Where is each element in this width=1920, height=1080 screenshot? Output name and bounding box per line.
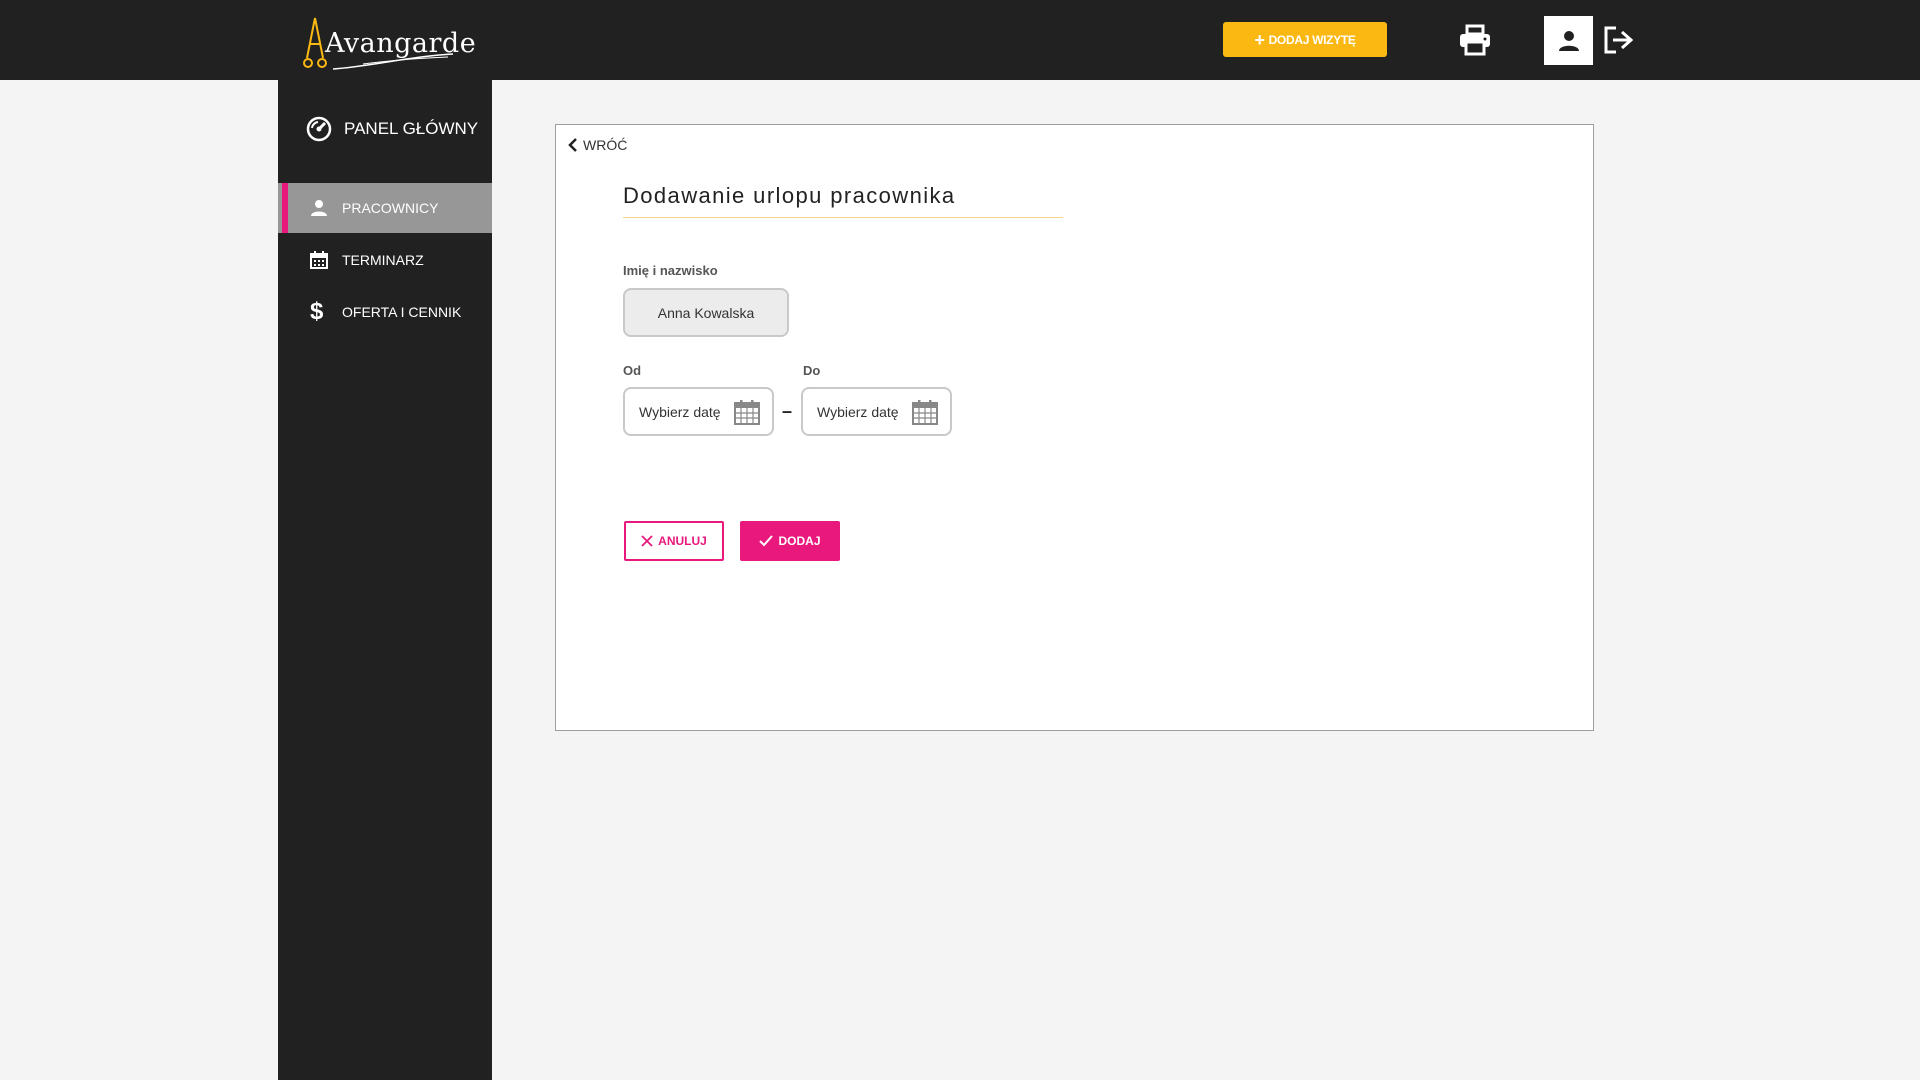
chevron-left-icon xyxy=(568,138,577,152)
close-icon xyxy=(641,535,653,547)
logo[interactable]: Avangarde xyxy=(303,14,476,74)
print-button[interactable] xyxy=(1458,24,1492,56)
back-link[interactable]: WRÓĆ xyxy=(568,137,627,153)
calendar-icon xyxy=(310,251,328,269)
user-profile-button[interactable] xyxy=(1544,16,1593,65)
active-indicator xyxy=(282,183,288,233)
sidebar-item-panel-main[interactable]: PANEL GŁÓWNY xyxy=(306,116,478,142)
back-label: WRÓĆ xyxy=(583,137,628,153)
to-date-input[interactable]: Wybierz datę xyxy=(801,387,952,436)
cancel-label: ANULUJ xyxy=(658,534,707,548)
sidebar: PANEL GŁÓWNY PRACOWNICY TERMINARZ $ OFER… xyxy=(278,80,492,1080)
sidebar-item-label: PRACOWNICY xyxy=(342,200,439,216)
user-icon xyxy=(1558,30,1579,51)
sidebar-item-label: TERMINARZ xyxy=(342,252,424,268)
name-label: Imię i nazwisko xyxy=(623,263,718,278)
employee-name-field: Anna Kowalska xyxy=(623,288,789,337)
date-range-separator: – xyxy=(782,401,793,421)
add-visit-label: DODAJ WIZYTĘ xyxy=(1268,32,1356,47)
sidebar-item-pracownicy[interactable]: PRACOWNICY xyxy=(278,183,492,233)
page-title: Dodawanie urlopu pracownika xyxy=(623,183,1063,218)
sidebar-item-label: OFERTA I CENNIK xyxy=(342,304,462,320)
calendar-icon[interactable] xyxy=(734,399,760,425)
to-date-placeholder: Wybierz datę xyxy=(817,403,899,420)
sidebar-panel-label: PANEL GŁÓWNY xyxy=(344,119,479,138)
from-date-placeholder: Wybierz datę xyxy=(639,403,721,420)
top-bar: Avangarde + DODAJ WIZYTĘ xyxy=(0,0,1920,80)
check-icon xyxy=(759,535,774,547)
sidebar-item-terminarz[interactable]: TERMINARZ xyxy=(278,235,492,285)
to-label: Do xyxy=(803,363,821,378)
calendar-icon[interactable] xyxy=(912,399,938,425)
cancel-button[interactable]: ANULUJ xyxy=(624,521,724,561)
vacation-form-card: WRÓĆ Dodawanie urlopu pracownika Imię i … xyxy=(555,124,1594,731)
printer-icon xyxy=(1460,24,1490,56)
logo-text: Avangarde xyxy=(325,28,477,59)
from-date-input[interactable]: Wybierz datę xyxy=(623,387,774,436)
dashboard-icon xyxy=(306,116,332,142)
logout-icon xyxy=(1604,26,1634,54)
logout-button[interactable] xyxy=(1603,24,1635,56)
dollar-icon: $ xyxy=(310,298,324,325)
add-label: DODAJ xyxy=(778,534,821,548)
person-icon xyxy=(310,199,328,217)
plus-icon: + xyxy=(1254,29,1265,50)
add-button[interactable]: DODAJ xyxy=(740,521,840,561)
sidebar-item-oferta-i-cennik[interactable]: $ OFERTA I CENNIK xyxy=(278,287,492,337)
add-visit-button[interactable]: + DODAJ WIZYTĘ xyxy=(1223,22,1387,57)
from-label: Od xyxy=(623,363,642,378)
